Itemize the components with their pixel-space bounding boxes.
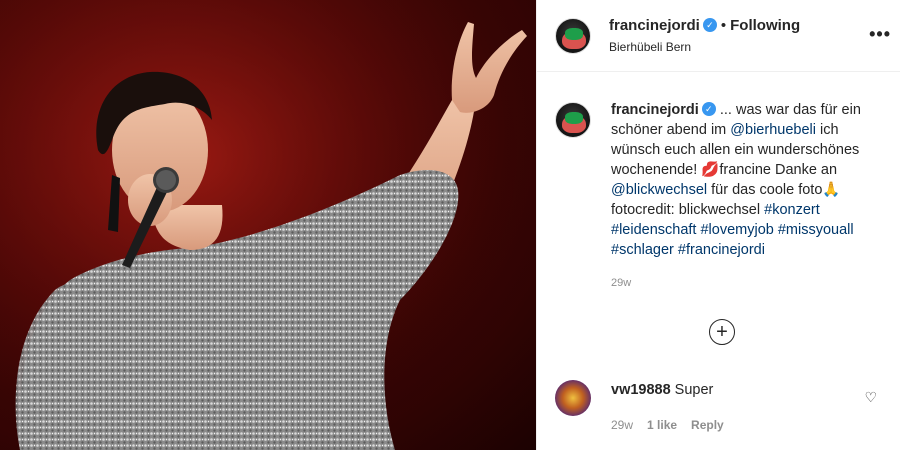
hashtag-link[interactable]: #leidenschaft — [611, 222, 696, 238]
commenter-avatar[interactable] — [555, 380, 591, 416]
post-side-panel: francinejordi ✓ • Following Bierhübeli Bern… — [536, 0, 900, 450]
heart-icon[interactable]: ♡ — [864, 389, 877, 406]
hashtag-link[interactable]: #konzert — [764, 202, 820, 218]
comment-text: Super — [674, 382, 714, 398]
comment-item: vw19888 Super 29w 1 like Reply ♡ — [537, 378, 900, 442]
hashtag-link[interactable]: #francinejordi — [678, 242, 765, 258]
verified-badge-icon: ✓ — [701, 102, 716, 117]
caption-username[interactable]: francinejordi — [611, 102, 699, 118]
verified-badge-icon: ✓ — [702, 18, 717, 33]
author-avatar[interactable] — [555, 18, 591, 54]
caption-text-part: für das coole foto — [707, 182, 823, 198]
hashtag-link[interactable]: #missyouall — [778, 222, 854, 238]
mention-link[interactable]: @blickwechsel — [611, 182, 707, 198]
praying-hands-emoji-icon: 🙏 — [822, 182, 841, 198]
post-location[interactable]: Bierhübeli Bern — [609, 40, 691, 54]
author-username[interactable]: francinejordi — [609, 17, 700, 34]
post-header: francinejordi ✓ • Following Bierhübeli Bern… — [537, 0, 900, 72]
comment-meta: 29w 1 like Reply — [611, 418, 738, 432]
comment-likes[interactable]: 1 like — [647, 418, 677, 432]
reply-button[interactable]: Reply — [691, 418, 724, 432]
author-line: francinejordi ✓ • Following — [609, 17, 800, 34]
caption-text: francinejordi ✓ ... was war das für ein s… — [611, 100, 886, 260]
load-more-comments-icon[interactable]: + — [709, 319, 735, 345]
post-photo[interactable] — [0, 0, 536, 450]
separator-dot: • — [720, 17, 727, 34]
comment-timestamp[interactable]: 29w — [611, 418, 633, 432]
more-options-icon[interactable]: ••• — [869, 24, 891, 45]
following-button[interactable]: Following — [730, 17, 800, 34]
caption-text-part: francine Danke an — [719, 162, 838, 178]
mention-link[interactable]: @bierhuebeli — [730, 122, 816, 138]
caption-author-avatar[interactable] — [555, 102, 591, 138]
caption-timestamp[interactable]: 29w — [611, 277, 631, 289]
comment-line: vw19888 Super — [611, 382, 713, 398]
commenter-username[interactable]: vw19888 — [611, 382, 671, 398]
lips-emoji-icon: 💋 — [701, 162, 720, 178]
hashtag-link[interactable]: #schlager — [611, 242, 674, 258]
singer-performing-photo — [0, 0, 536, 450]
caption-text-part: fotocredit: blickwechsel — [611, 202, 765, 218]
hashtag-link[interactable]: #lovemyjob — [700, 222, 773, 238]
